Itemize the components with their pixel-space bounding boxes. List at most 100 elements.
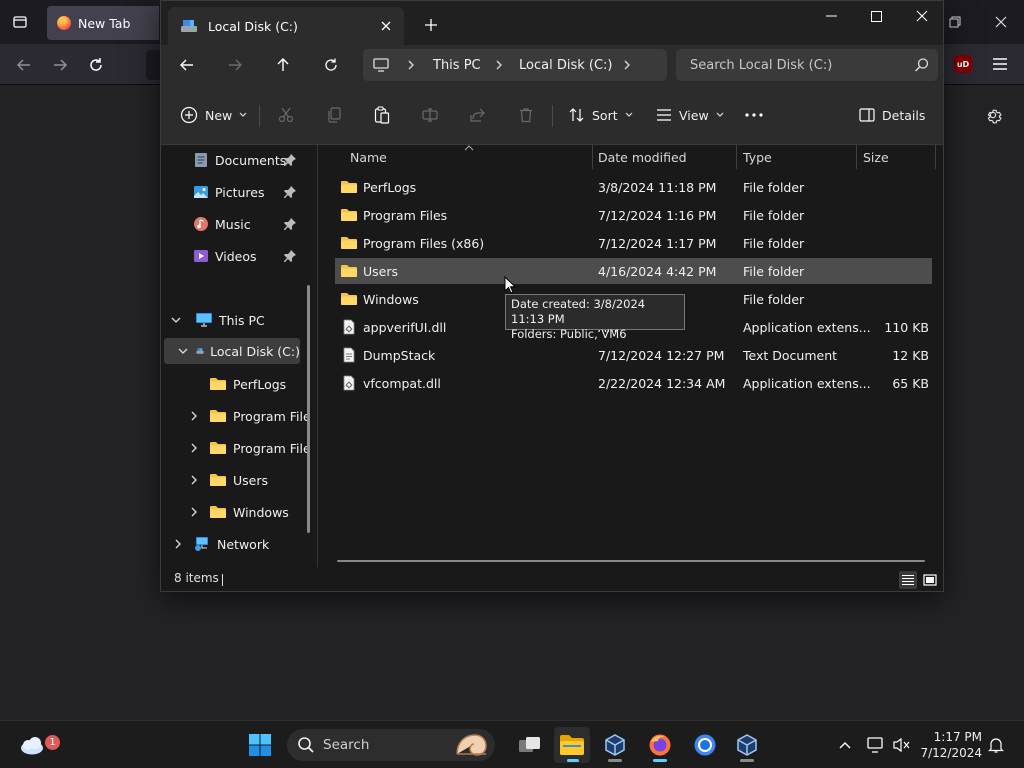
chrome-taskbar-button[interactable] [687, 727, 723, 763]
notifications-bell-icon[interactable] [986, 735, 1006, 755]
nav-item-this-pc[interactable]: This PC [169, 307, 265, 333]
nav-item-documents[interactable]: Documents [193, 147, 286, 173]
column-header-date[interactable]: Date modified [598, 145, 738, 169]
chevron-right-icon[interactable] [623, 49, 631, 81]
pin-icon[interactable] [283, 153, 297, 167]
close-window-icon[interactable] [899, 1, 945, 31]
browser-forward-icon[interactable] [46, 51, 74, 79]
weather-widget[interactable]: 1 [14, 727, 60, 763]
pin-icon[interactable] [283, 217, 297, 231]
maximize-icon[interactable] [853, 1, 899, 31]
search-box[interactable] [676, 49, 938, 81]
nav-item-pictures[interactable]: Pictures [193, 179, 265, 205]
nav-item-perflogs[interactable]: PerfLogs [209, 371, 286, 397]
file-row[interactable]: Users 4/16/2024 4:42 PM File folder [335, 258, 932, 284]
browser-back-icon[interactable] [10, 51, 38, 79]
up-arrow-icon[interactable] [268, 51, 298, 79]
file-type: File folder [743, 207, 805, 223]
minimize-icon[interactable] [808, 1, 854, 31]
chevron-down-icon [239, 112, 247, 117]
delete-icon[interactable] [516, 105, 536, 125]
chevron-right-icon[interactable] [187, 505, 201, 519]
search-icon[interactable] [914, 57, 930, 73]
task-view-button[interactable] [512, 727, 548, 763]
file-row[interactable]: PerfLogs 3/8/2024 11:18 PM File folder [335, 174, 932, 200]
view-button[interactable]: View [656, 101, 724, 129]
chevron-right-icon[interactable] [495, 49, 503, 81]
folder-icon [210, 474, 226, 486]
newtab-settings-gear-icon[interactable] [982, 104, 1004, 126]
nav-item-users[interactable]: Users [187, 467, 268, 493]
taskbar-search-box[interactable]: Search [287, 729, 495, 761]
search-input[interactable] [676, 49, 906, 81]
file-row[interactable]: Program Files 7/12/2024 1:16 PM File folde… [335, 202, 932, 228]
column-divider[interactable] [592, 145, 593, 169]
chevron-right-icon[interactable] [407, 49, 415, 81]
pin-icon[interactable] [283, 185, 297, 199]
cut-icon[interactable] [276, 105, 296, 125]
sort-button[interactable]: Sort [569, 101, 633, 129]
view-button-label: View [679, 107, 709, 123]
new-tab-plus-icon[interactable] [419, 13, 443, 37]
start-button[interactable] [242, 727, 278, 763]
nav-item-windows[interactable]: Windows [187, 499, 289, 525]
forward-arrow-icon[interactable] [220, 51, 250, 79]
column-divider[interactable] [736, 145, 737, 169]
chevron-right-icon[interactable] [171, 537, 185, 551]
explorer-tab[interactable]: Local Disk (C:) [168, 7, 404, 45]
browser-reload-icon[interactable] [82, 51, 110, 79]
new-button[interactable]: New [180, 101, 247, 129]
file-row[interactable]: Program Files (x86) 7/12/2024 1:17 PM File… [335, 230, 932, 256]
browser-menu-icon[interactable] [988, 52, 1012, 76]
chevron-down-icon[interactable] [178, 344, 188, 358]
ublock-extension-icon[interactable]: uD [954, 55, 972, 73]
pin-icon[interactable] [283, 249, 297, 263]
refresh-icon[interactable] [316, 51, 346, 79]
back-arrow-icon[interactable] [172, 51, 202, 79]
column-divider[interactable] [935, 145, 936, 169]
status-bar: 8 items [161, 567, 943, 591]
chevron-right-icon[interactable] [187, 441, 201, 455]
nav-item-network[interactable]: Network [171, 531, 269, 557]
column-divider[interactable] [856, 145, 857, 169]
paste-icon[interactable] [372, 105, 392, 125]
nav-item-music[interactable]: Music [193, 211, 251, 237]
tab-close-icon[interactable] [376, 16, 396, 36]
virtualbox-taskbar-button-2[interactable] [729, 727, 765, 763]
virtualbox-taskbar-button-1[interactable] [597, 727, 633, 763]
firefox-taskbar-button[interactable] [642, 727, 678, 763]
more-options-icon[interactable] [744, 105, 764, 125]
list-all-tabs-icon[interactable] [6, 8, 34, 36]
breadcrumb-this-pc[interactable]: This PC [433, 49, 481, 81]
details-pane-button[interactable]: Details [859, 101, 925, 129]
file-row[interactable]: vfcompat.dll 2/22/2024 12:34 AM Applicatio… [335, 370, 932, 396]
nav-item-program-files[interactable]: Program File [187, 403, 311, 429]
nav-item-label: Music [215, 216, 251, 232]
chevron-down-icon[interactable] [169, 313, 183, 327]
horizontal-scrollbar[interactable] [337, 560, 925, 562]
rename-icon[interactable] [420, 105, 440, 125]
column-header-size[interactable]: Size [863, 145, 933, 169]
nav-item-videos[interactable]: Videos [193, 243, 257, 269]
nav-item-local-disk[interactable]: Local Disk (C:) [164, 338, 300, 364]
breadcrumb-local-disk[interactable]: Local Disk (C:) [519, 49, 612, 81]
details-view-icon[interactable] [899, 571, 917, 589]
system-clock[interactable]: 1:17 PM 7/12/2024 [918, 729, 982, 761]
chevron-right-icon[interactable] [187, 473, 201, 487]
file-row[interactable]: DumpStack 7/12/2024 12:27 PM Text Document… [335, 342, 932, 368]
nav-pane-scrollbar[interactable] [307, 285, 310, 533]
nav-item-label: Users [233, 472, 269, 488]
file-explorer-taskbar-button[interactable] [554, 727, 590, 763]
show-hidden-icons-chevron-up-icon[interactable] [835, 735, 855, 755]
address-bar[interactable]: This PC Local Disk (C:) [363, 49, 667, 81]
chevron-right-icon[interactable] [187, 409, 201, 423]
browser-tab[interactable]: New Tab [47, 6, 159, 40]
copy-icon[interactable] [324, 105, 344, 125]
share-icon[interactable] [468, 105, 488, 125]
column-header-type[interactable]: Type [743, 145, 853, 169]
browser-close-icon[interactable] [986, 8, 1016, 36]
nav-item-program-files-x86[interactable]: Program File [187, 435, 311, 461]
volume-muted-icon[interactable] [892, 735, 912, 755]
large-icons-view-icon[interactable] [921, 571, 939, 589]
network-status-icon[interactable] [866, 735, 886, 755]
